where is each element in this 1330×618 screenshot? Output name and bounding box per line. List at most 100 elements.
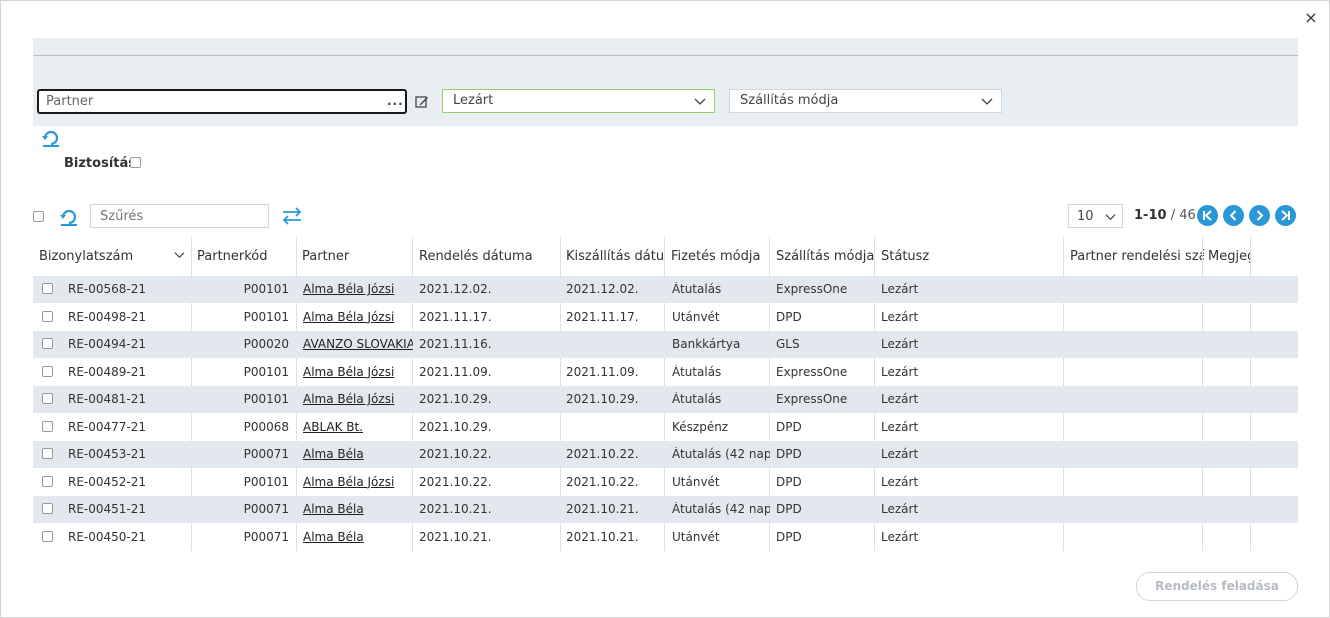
row-checkbox[interactable]	[42, 448, 53, 459]
col-payment-method-cell: Utánvét	[672, 474, 720, 489]
table-row[interactable]: RE-00489-21 P00101 Alma Béla Józsi 2021.11.…	[33, 359, 1298, 386]
col-partner-cell[interactable]: Alma Béla	[303, 502, 413, 516]
row-checkbox[interactable]	[42, 393, 53, 404]
header-col-partner[interactable]: Partner	[302, 237, 414, 276]
col-status-cell: Lezárt	[881, 337, 919, 351]
col-doc-number-cell: RE-00477-21	[68, 419, 147, 434]
search-input[interactable]	[90, 204, 269, 228]
page-size-select[interactable]: 10	[1068, 204, 1123, 228]
col-partner-cell[interactable]: Alma Béla Józsi	[303, 475, 413, 489]
header-col-doc-number[interactable]: Bizonylatszám	[39, 237, 189, 276]
table-row[interactable]: RE-00452-21 P00101 Alma Béla Józsi 2021.10.…	[33, 469, 1298, 496]
col-status-cell: Lezárt	[881, 529, 919, 544]
table-row[interactable]: RE-00450-21 P00071 Alma Béla 2021.10.21. 202…	[33, 524, 1298, 551]
col-payment-method-cell: Átutalás	[672, 282, 722, 296]
header-label: Partnerkód	[197, 249, 268, 264]
row-checkbox[interactable]	[42, 338, 53, 349]
table-row[interactable]: RE-00481-21 P00101 Alma Béla Józsi 2021.10.…	[33, 386, 1298, 413]
row-checkbox[interactable]	[42, 310, 53, 322]
col-partner-cell[interactable]: Alma Béla Józsi	[303, 365, 413, 379]
col-payment-method-cell: Utánvét	[672, 309, 720, 324]
col-shipping-method-cell: DPD	[776, 447, 802, 461]
col-order-date-cell: 2021.10.21.	[419, 529, 492, 544]
partner-lookup-dots[interactable]: ...	[387, 94, 404, 108]
header-col-payment-method[interactable]: Fizetés módja	[671, 237, 771, 276]
col-partner-code-cell: P00101	[243, 474, 289, 489]
header-label: Kiszállítás dátuma	[566, 249, 665, 264]
table-row[interactable]: RE-00568-21 P00101 Alma Béla Józsi 2021.12.…	[33, 276, 1298, 303]
refresh-icon[interactable]	[41, 128, 61, 148]
table-row[interactable]: RE-00451-21 P00071 Alma Béla 2021.10.21. 202…	[33, 496, 1298, 523]
shipping-method-select[interactable]: Szállítás módja	[729, 89, 1002, 113]
col-partner-cell[interactable]: Alma Béla Józsi	[303, 310, 413, 324]
select-all-checkbox[interactable]	[33, 211, 44, 222]
header-col-partner-order-number[interactable]: Partner rendelési szám	[1070, 237, 1204, 276]
header-col-status[interactable]: Státusz	[881, 237, 1061, 276]
chevron-down-icon	[694, 98, 706, 105]
col-partner-code-cell: P00020	[243, 337, 289, 351]
col-partner-code-cell: P00101	[243, 309, 289, 324]
table-row[interactable]: RE-00453-21 P00071 Alma Béla 2021.10.22. 202…	[33, 441, 1298, 468]
header-col-order-date[interactable]: Rendelés dátuma	[419, 237, 559, 276]
col-partner-code-cell: P00071	[243, 529, 289, 544]
col-delivery-date-cell: 2021.10.21.	[566, 529, 639, 544]
row-checkbox[interactable]	[42, 420, 53, 432]
col-shipping-method-cell: DPD	[776, 529, 802, 544]
close-icon[interactable]: ×	[1303, 10, 1319, 26]
col-status-cell: Lezárt	[881, 419, 919, 434]
header-label: Fizetés módja	[671, 249, 761, 264]
col-delivery-date-cell: 2021.11.17.	[566, 309, 639, 324]
col-shipping-method-cell: DPD	[776, 502, 802, 516]
col-order-date-cell: 2021.11.09.	[419, 364, 492, 379]
col-status-cell: Lezárt	[881, 474, 919, 489]
col-doc-number-cell: RE-00450-21	[68, 529, 147, 544]
col-partner-cell[interactable]: ABLAK Bt.	[303, 420, 413, 434]
chevron-down-icon	[1105, 214, 1116, 221]
prev-page-icon[interactable]	[1223, 205, 1244, 226]
page-info: 1-10 / 46	[1134, 208, 1196, 223]
row-checkbox[interactable]	[42, 530, 53, 542]
col-order-date-cell: 2021.10.22.	[419, 474, 492, 489]
partner-input[interactable]	[37, 89, 407, 114]
col-shipping-method-cell: DPD	[776, 309, 802, 324]
col-order-date-cell: 2021.10.29.	[419, 419, 492, 434]
header-col-note[interactable]: Megjegyzés	[1208, 237, 1250, 276]
submit-order-button[interactable]: Rendelés feladása	[1136, 572, 1298, 601]
row-checkbox[interactable]	[42, 475, 53, 487]
col-order-date-cell: 2021.10.29.	[419, 392, 492, 406]
col-partner-cell[interactable]: Alma Béla	[303, 447, 413, 461]
insurance-checkbox[interactable]	[130, 157, 141, 168]
table-row[interactable]: RE-00477-21 P00068 ABLAK Bt. 2021.10.29. Kés…	[33, 414, 1298, 441]
sort-chevron-icon[interactable]	[174, 249, 185, 260]
first-page-icon[interactable]	[1197, 205, 1218, 226]
col-partner-code-cell: P00071	[243, 502, 289, 516]
table-row[interactable]: RE-00498-21 P00101 Alma Béla Józsi 2021.11.…	[33, 304, 1298, 331]
page-range: 1-10	[1134, 208, 1167, 223]
last-page-icon[interactable]	[1275, 205, 1296, 226]
row-checkbox[interactable]	[42, 365, 53, 377]
col-doc-number-cell: RE-00568-21	[68, 282, 147, 296]
header-col-delivery-date[interactable]: Kiszállítás dátuma	[566, 237, 665, 276]
col-shipping-method-cell: ExpressOne	[776, 364, 848, 379]
refresh-icon[interactable]	[59, 207, 79, 227]
header-label: Szállítás módja	[776, 249, 875, 264]
status-select[interactable]: Lezárt	[442, 89, 715, 113]
col-partner-cell[interactable]: Alma Béla	[303, 530, 413, 544]
col-partner-cell[interactable]: AVANZO SLOVAKIA	[303, 337, 413, 351]
next-page-icon[interactable]	[1249, 205, 1270, 226]
table-row[interactable]: RE-00494-21 P00020 AVANZO SLOVAKIA 2021.11.…	[33, 331, 1298, 358]
header-col-shipping-method[interactable]: Szállítás módja	[776, 237, 876, 276]
swap-arrows-icon[interactable]	[281, 207, 303, 225]
col-partner-cell[interactable]: Alma Béla Józsi	[303, 392, 413, 406]
col-doc-number-cell: RE-00481-21	[68, 392, 147, 406]
col-status-cell: Lezárt	[881, 502, 919, 516]
header-col-partner-code[interactable]: Partnerkód	[197, 237, 297, 276]
edit-icon[interactable]	[415, 95, 429, 109]
header-label: Partner	[302, 249, 350, 264]
col-partner-cell[interactable]: Alma Béla Józsi	[303, 282, 413, 296]
col-delivery-date-cell: 2021.11.09.	[566, 364, 639, 379]
row-checkbox[interactable]	[42, 503, 53, 514]
col-shipping-method-cell: GLS	[776, 337, 800, 351]
col-delivery-date-cell: 2021.12.02.	[566, 282, 639, 296]
row-checkbox[interactable]	[42, 283, 53, 294]
